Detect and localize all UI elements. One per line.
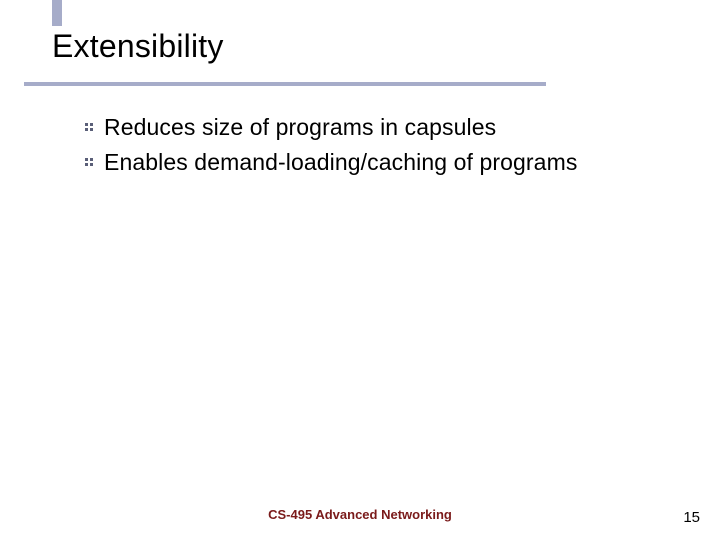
title-underline [24, 82, 546, 86]
page-number: 15 [683, 509, 700, 526]
slide-title: Extensibility [52, 28, 224, 65]
slide: Extensibility Reduces size of programs i… [0, 0, 720, 540]
footer-text: CS-495 Advanced Networking [0, 507, 720, 522]
list-item: Enables demand-loading/caching of progra… [85, 148, 675, 177]
bullet-list: Reduces size of programs in capsules Ena… [85, 113, 675, 184]
bullet-icon [85, 158, 94, 167]
list-item: Reduces size of programs in capsules [85, 113, 675, 142]
bullet-icon [85, 123, 94, 132]
bullet-text: Enables demand-loading/caching of progra… [104, 148, 577, 177]
bullet-text: Reduces size of programs in capsules [104, 113, 496, 142]
accent-bar [52, 0, 62, 26]
